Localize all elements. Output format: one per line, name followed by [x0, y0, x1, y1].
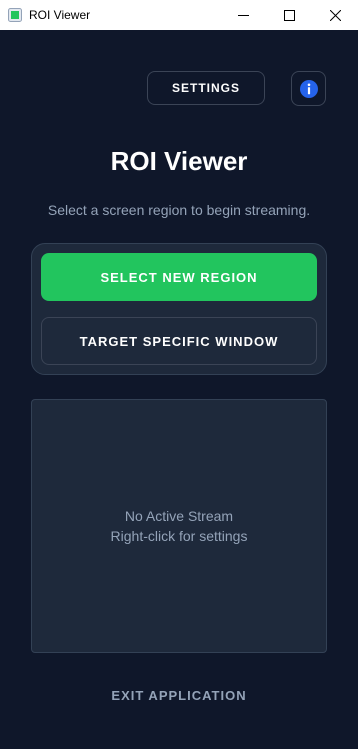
- minimize-button[interactable]: [220, 0, 266, 30]
- app-icon: [8, 8, 22, 22]
- select-new-region-button[interactable]: SELECT NEW REGION: [41, 253, 317, 301]
- info-button[interactable]: [291, 71, 326, 106]
- info-icon: [299, 79, 318, 98]
- stream-status: No Active Stream: [124, 508, 234, 524]
- page-title: ROI Viewer: [110, 146, 248, 176]
- maximize-icon: [283, 9, 295, 21]
- minimize-icon: [237, 14, 249, 16]
- target-specific-window-button[interactable]: TARGET SPECIFIC WINDOW: [41, 317, 317, 365]
- settings-button[interactable]: SETTINGS: [147, 71, 265, 105]
- exit-application-container: EXIT APPLICATION: [0, 688, 358, 703]
- page-subtitle: Select a screen region to begin streamin…: [47, 202, 311, 218]
- exit-application-button[interactable]: EXIT APPLICATION: [111, 688, 246, 703]
- maximize-button[interactable]: [266, 0, 312, 30]
- title-bar: ROI Viewer: [0, 0, 358, 30]
- close-button[interactable]: [312, 0, 358, 30]
- close-icon: [329, 9, 341, 21]
- window-title: ROI Viewer: [29, 8, 91, 22]
- stream-preview[interactable]: No Active Stream Right-click for setting…: [31, 399, 327, 653]
- stream-hint: Right-click for settings: [110, 528, 248, 544]
